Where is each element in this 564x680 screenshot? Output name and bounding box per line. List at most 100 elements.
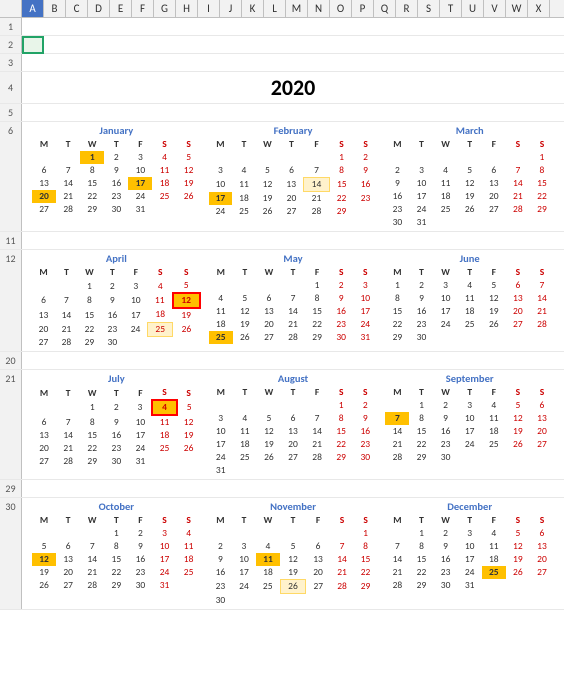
calendar-day: 10	[128, 415, 152, 429]
calendar-day: 15	[385, 305, 409, 318]
calendar-day: 25	[434, 203, 458, 216]
calendar-day: 22	[329, 438, 353, 451]
calendar-day: 3	[124, 279, 148, 293]
calendar-day: 2	[434, 399, 458, 412]
col-header-d: D	[88, 0, 110, 17]
calendar-row-q4: 30OctoberMTWTFSS123456789101112131415161…	[0, 498, 564, 610]
calendar-day: 25	[209, 331, 233, 344]
col-header-k: K	[242, 0, 264, 17]
calendar-day: 23	[409, 318, 433, 331]
calendar-day: 27	[506, 318, 530, 331]
selected-cell-a2[interactable]	[22, 36, 44, 54]
col-header-b: B	[44, 0, 66, 17]
calendar-day: 21	[304, 192, 330, 206]
row-number-q2: 12	[0, 250, 22, 351]
calendar-day: 7	[530, 279, 554, 292]
calendar-day: 29	[329, 205, 354, 218]
calendar-day: 17	[434, 305, 458, 318]
day-header-t: T	[409, 138, 433, 151]
calendar-day	[434, 216, 458, 229]
calendar-day: 29	[104, 579, 128, 592]
sheet-row-5: 5	[0, 104, 564, 122]
calendar-day: 14	[506, 177, 530, 190]
calendar-day	[482, 151, 506, 164]
calendar-day: 10	[152, 540, 176, 553]
day-header-t: T	[104, 514, 128, 527]
calendar-day	[458, 151, 482, 164]
calendar-day: 8	[354, 540, 378, 553]
day-header-s: S	[329, 138, 354, 151]
calendar-day: 6	[56, 540, 80, 553]
day-header-t: T	[281, 266, 305, 279]
calendar-day: 9	[209, 553, 233, 566]
calendar-day	[506, 579, 530, 592]
col-header-w: W	[506, 0, 528, 17]
calendar-day: 10	[409, 177, 433, 190]
day-header-t: T	[458, 514, 482, 527]
calendar-day: 28	[385, 579, 409, 592]
calendar-day: 20	[32, 322, 55, 336]
calendar-day: 3	[209, 412, 233, 425]
calendar-day: 9	[434, 540, 458, 553]
calendar-day: 30	[104, 455, 128, 468]
calendar-day: 21	[530, 305, 554, 318]
calendar-day: 12	[32, 553, 56, 566]
calendar-day: 31	[152, 579, 176, 592]
calendar-day: 21	[385, 438, 409, 451]
calendar-day: 8	[104, 540, 128, 553]
calendar-day	[305, 399, 329, 412]
calendar-day: 9	[329, 292, 353, 305]
calendar-day: 7	[80, 540, 104, 553]
calendar-day: 17	[409, 190, 433, 203]
col-header-j: J	[220, 0, 242, 17]
calendar-day: 15	[409, 425, 433, 438]
calendar-day: 27	[257, 331, 281, 344]
month-table-december: MTWTFSS123456789101112131415161718192021…	[385, 514, 554, 592]
calendar-day	[409, 151, 433, 164]
calendar-day: 3	[232, 540, 256, 553]
day-header-s: S	[506, 138, 530, 151]
calendar-day: 1	[409, 527, 433, 540]
calendar-day: 27	[530, 566, 554, 579]
day-header-t: T	[104, 138, 128, 151]
calendar-day: 25	[256, 580, 281, 594]
calendar-day: 13	[32, 177, 56, 190]
calendar-day: 5	[280, 540, 306, 553]
calendar-day: 6	[32, 415, 56, 429]
day-header-t: T	[279, 138, 304, 151]
row-number-5: 5	[0, 104, 22, 121]
calendar-day: 25	[482, 566, 506, 579]
calendar-day: 26	[32, 579, 56, 592]
day-header-t: T	[281, 386, 305, 399]
calendar-day: 8	[80, 415, 104, 429]
calendar-day: 16	[434, 553, 458, 566]
calendar-day	[257, 464, 281, 477]
calendar-day: 16	[101, 308, 124, 322]
calendar-day: 27	[56, 579, 80, 592]
calendar-day: 18	[177, 553, 201, 566]
calendar-day: 5	[233, 292, 257, 305]
calendar-day	[209, 399, 233, 412]
calendar-day: 19	[458, 190, 482, 203]
day-header-m: M	[209, 386, 233, 399]
calendar-day: 1	[530, 151, 554, 164]
calendar-day	[209, 279, 233, 292]
day-header-t: T	[232, 138, 256, 151]
calendar-day: 9	[385, 177, 409, 190]
calendar-day	[233, 279, 257, 292]
calendar-row-q3: 21JulyMTWTFSS123456789101112131415161718…	[0, 370, 564, 480]
calendar-day: 7	[330, 540, 354, 553]
calendar-day: 23	[353, 438, 377, 451]
calendar-day: 18	[256, 566, 281, 580]
calendar-day: 22	[409, 438, 433, 451]
calendar-day: 28	[330, 580, 354, 594]
day-header-s: S	[506, 386, 530, 399]
calendar-day: 26	[173, 322, 200, 336]
calendar-day: 15	[80, 177, 104, 190]
col-header-u: U	[462, 0, 484, 17]
day-header-w: W	[80, 514, 104, 527]
calendar-day	[530, 579, 554, 592]
day-header-m: M	[32, 138, 56, 151]
day-header-t: T	[56, 386, 80, 400]
calendar-day: 26	[506, 438, 530, 451]
